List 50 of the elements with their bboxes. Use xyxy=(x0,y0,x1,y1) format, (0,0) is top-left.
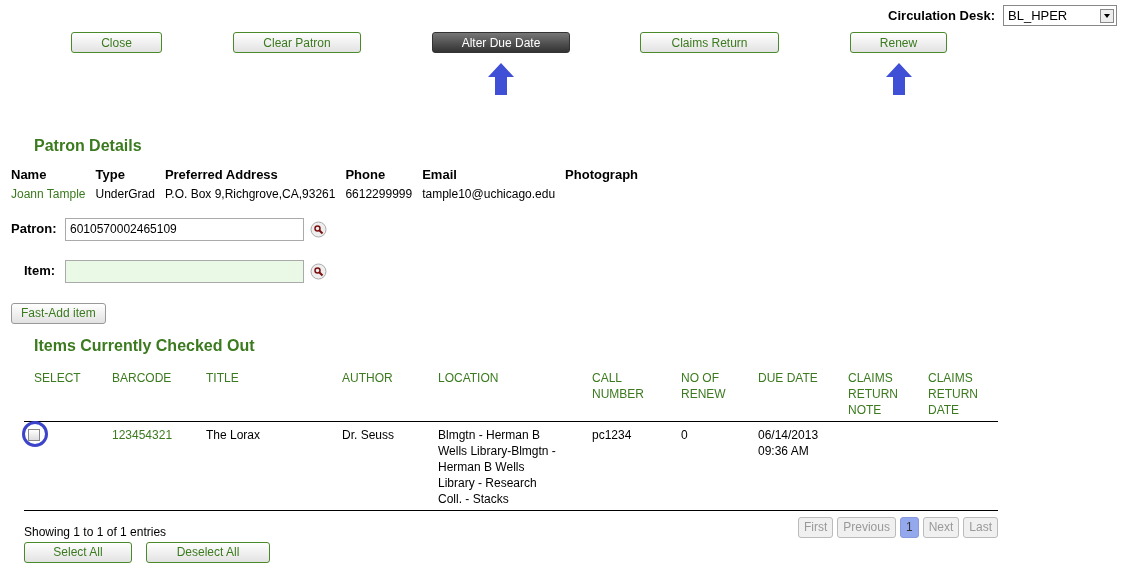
item-label: Item: xyxy=(24,262,57,281)
table-cell-text: pc1234 xyxy=(592,426,633,444)
column-header[interactable]: CALL NUMBER xyxy=(592,369,681,418)
action-button[interactable]: Clear Patron xyxy=(233,32,361,53)
search-icon[interactable] xyxy=(310,262,327,280)
field-label: Email xyxy=(422,166,458,184)
desk-label: Circulation Desk: xyxy=(888,6,995,25)
column-header[interactable]: CLAIMS RETURN DATE xyxy=(928,369,1008,418)
barcode-link[interactable]: 123454321 xyxy=(112,426,206,507)
table-cell-text: 0 xyxy=(681,426,689,444)
item-input[interactable] xyxy=(65,259,304,283)
field-label: Phone xyxy=(345,166,387,184)
section-title: Items Currently Checked Out xyxy=(34,335,256,356)
field-label: Preferred Address xyxy=(164,166,279,184)
column-header[interactable]: SELECT xyxy=(34,369,112,418)
patron-input[interactable]: 6010570002465109 xyxy=(65,217,304,241)
field-label: Name xyxy=(11,166,48,184)
field-value: UnderGrad xyxy=(95,185,155,203)
field-label: Type xyxy=(95,166,126,184)
patron-label: Patron: xyxy=(11,220,58,239)
table-cell-text: 06/14/2013 09:36 AM xyxy=(758,426,820,460)
column-header[interactable]: CLAIMS RETURN NOTE xyxy=(848,369,928,418)
column-header[interactable]: BARCODE xyxy=(112,369,206,418)
fast-add-button[interactable]: Fast-Add item xyxy=(11,302,106,324)
action-button[interactable]: Renew xyxy=(850,32,947,53)
desk-select[interactable]: BL_HPER xyxy=(1003,5,1117,26)
section-title: Patron Details xyxy=(34,136,143,156)
patron-name-link[interactable]: Joann Tample xyxy=(11,184,86,203)
page-button[interactable]: 1 xyxy=(899,516,919,538)
field-label: Photograph xyxy=(565,166,639,184)
action-button[interactable]: Claims Return xyxy=(640,32,779,53)
action-button[interactable]: Close xyxy=(71,32,162,53)
column-header[interactable]: AUTHOR xyxy=(342,369,438,418)
column-header[interactable]: LOCATION xyxy=(438,369,592,418)
search-icon[interactable] xyxy=(310,220,327,238)
select-button[interactable]: Deselect All xyxy=(146,541,270,563)
entries-info: Showing 1 to 1 of 1 entries xyxy=(24,523,167,541)
column-header[interactable]: NO OF RENEW xyxy=(681,369,758,418)
row-checkbox[interactable] xyxy=(28,428,40,441)
field-value: P.O. Box 9,Richgrove,CA,93261 xyxy=(164,185,336,203)
table-cell-text: Blmgtn - Herman B Wells Library-Blmgtn - Herman B Wells Library - Research Coll. - Stacks xyxy=(438,426,557,507)
table-cell-text: The Lorax xyxy=(206,426,262,444)
dropdown-icon xyxy=(1100,8,1114,23)
action-button[interactable]: Alter Due Date xyxy=(432,32,570,53)
table-cell-text: Dr. Seuss xyxy=(342,426,396,444)
field-value: 6612299999 xyxy=(345,185,413,203)
column-header[interactable]: TITLE xyxy=(206,369,342,418)
select-button[interactable]: Select All xyxy=(24,541,132,563)
field-value: tample10@uchicago.edu xyxy=(422,185,556,203)
column-header[interactable]: DUE DATE xyxy=(758,369,848,418)
